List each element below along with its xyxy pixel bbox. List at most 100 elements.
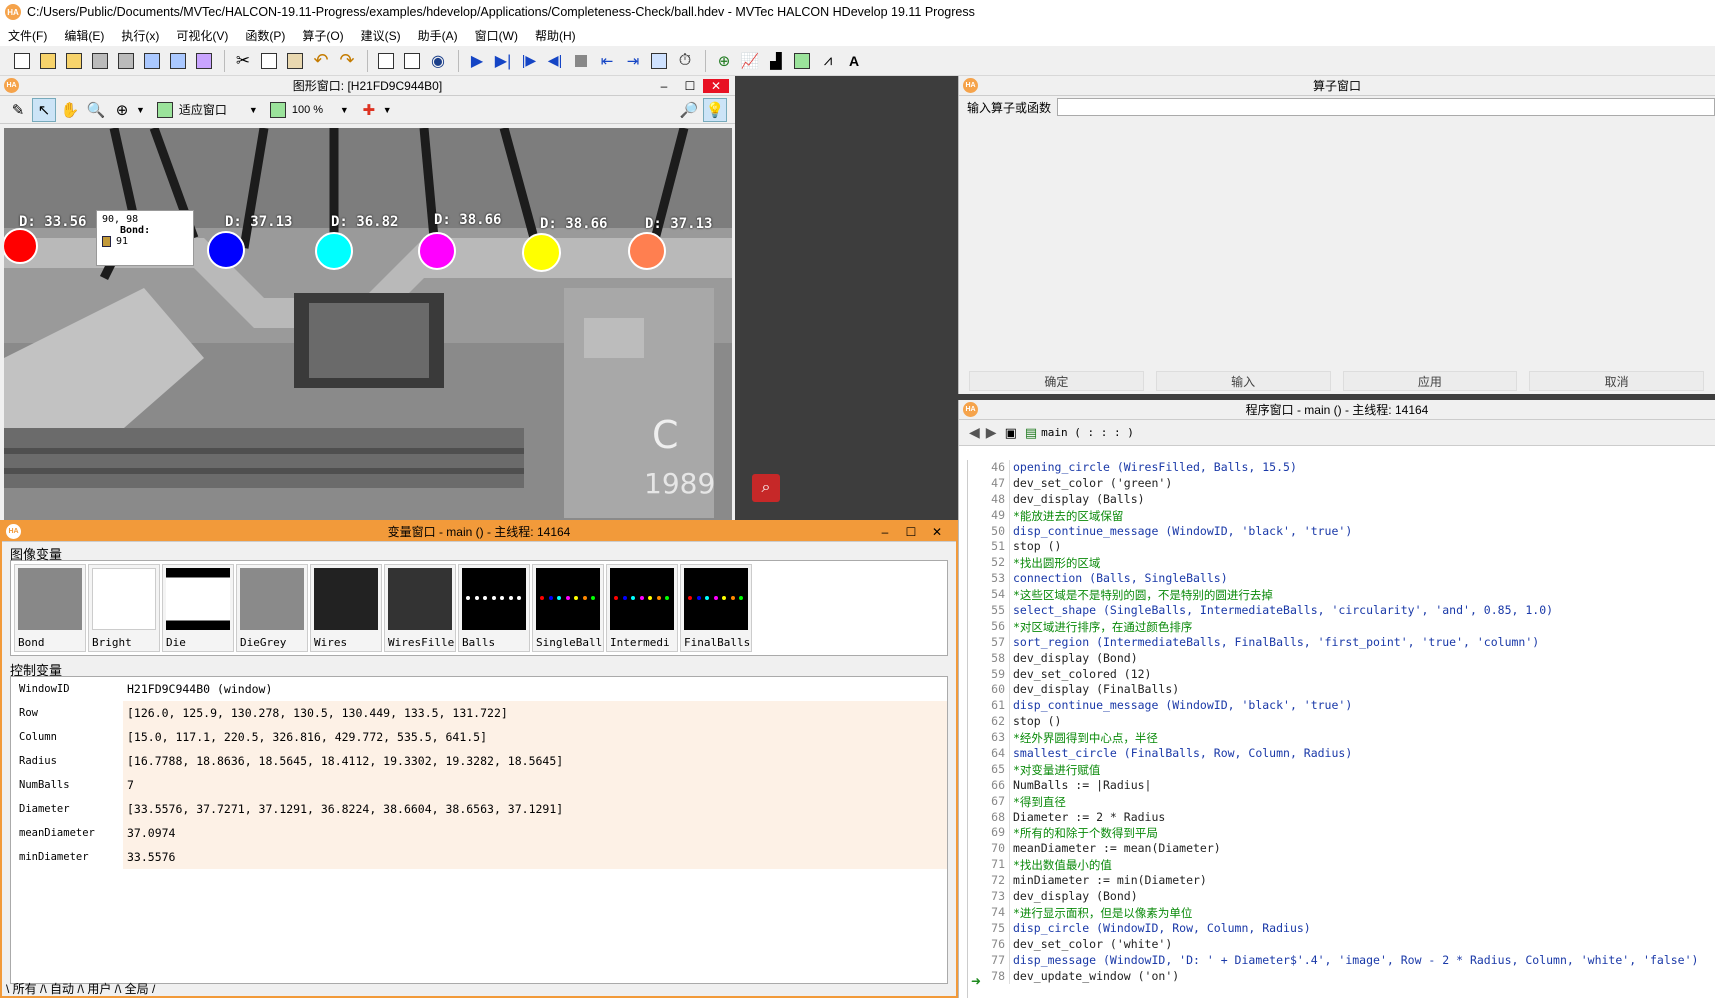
control-variable-row[interactable]: Diameter [33.5576, 37.7271, 37.1291, 36.8… — [11, 797, 947, 821]
code-line[interactable]: 51 stop () — [968, 539, 1715, 556]
chevron-down-icon[interactable]: ▼ — [383, 105, 392, 115]
image-variable-thumb[interactable]: Die — [162, 564, 234, 652]
code-line[interactable]: 66 NumBalls := |Radius| — [968, 777, 1715, 794]
line-profile-button[interactable]: ▟ — [764, 49, 788, 73]
copy-button[interactable] — [257, 49, 281, 73]
code-line[interactable]: 76 dev_set_color ('white') — [968, 936, 1715, 953]
minimize-button[interactable]: – — [651, 79, 677, 93]
zoom-level-button[interactable] — [266, 98, 290, 122]
code-line[interactable]: 52 *找出圆形的区域 — [968, 555, 1715, 572]
code-line[interactable]: 46 opening_circle (WiresFilled, Balls, 15… — [968, 460, 1715, 476]
run-button[interactable]: ▶ — [465, 49, 489, 73]
chevron-down-icon[interactable]: ▼ — [136, 105, 145, 115]
menu-visualize[interactable]: 可视化(V) — [176, 27, 228, 44]
cut-button[interactable]: ✂ — [231, 49, 255, 73]
code-line[interactable]: 58 dev_display (Bond) — [968, 650, 1715, 667]
code-line[interactable]: 50 disp_continue_message (WindowID, 'blac… — [968, 523, 1715, 540]
save-button[interactable] — [88, 49, 112, 73]
undo-button[interactable]: ↶ — [309, 49, 333, 73]
menu-edit[interactable]: 编辑(E) — [64, 27, 104, 44]
comment-button[interactable] — [374, 49, 398, 73]
feature-histogram-button[interactable] — [790, 49, 814, 73]
menu-assistants[interactable]: 助手(A) — [418, 27, 458, 44]
step-over-button[interactable]: |▶ — [517, 49, 541, 73]
reset-program-button[interactable]: ⇥ — [621, 49, 645, 73]
image-variable-thumb[interactable]: Wires — [310, 564, 382, 652]
image-variable-thumb[interactable]: Bright — [88, 564, 160, 652]
image-variable-thumb[interactable]: FinalBalls — [680, 564, 752, 652]
maximize-button[interactable]: ☐ — [677, 79, 703, 93]
image-variable-thumb[interactable]: Bond — [14, 564, 86, 652]
operator-input[interactable] — [1057, 98, 1715, 116]
control-variable-row[interactable]: Column [15.0, 117.1, 220.5, 326.816, 429.… — [11, 725, 947, 749]
close-button[interactable]: ✕ — [924, 525, 950, 539]
fit-window-label[interactable]: 适应窗口 — [179, 101, 249, 118]
step-back-button[interactable]: ⇤ — [595, 49, 619, 73]
pointer-button[interactable]: ↖ — [32, 97, 56, 122]
minimize-button[interactable]: – — [872, 525, 898, 539]
ok-button[interactable]: 确定 — [969, 371, 1144, 391]
program-settings-button[interactable] — [192, 49, 216, 73]
paste-button[interactable] — [283, 49, 307, 73]
code-line[interactable]: 70 meanDiameter := mean(Diameter) — [968, 841, 1715, 858]
zoom-window-button[interactable]: ⊕ — [712, 49, 736, 73]
menu-file[interactable]: 文件(F) — [8, 27, 47, 44]
code-line[interactable]: 61 disp_continue_message (WindowID, 'blac… — [968, 698, 1715, 715]
control-variable-row[interactable]: WindowID H21FD9C944B0 (window) — [11, 677, 947, 701]
zoom-level-value[interactable]: 100 % — [292, 104, 340, 116]
close-button[interactable]: ✕ — [703, 79, 729, 93]
control-variable-row[interactable]: meanDiameter 37.0974 — [11, 821, 947, 845]
control-variable-row[interactable]: Row [126.0, 125.9, 130.278, 130.5, 130.44… — [11, 701, 947, 725]
control-variable-row[interactable]: minDiameter 33.5576 — [11, 845, 947, 869]
chevron-down-icon[interactable]: ▼ — [249, 105, 258, 115]
colors-button[interactable]: ✚ — [357, 98, 381, 122]
image-variable-thumb[interactable]: SingleBall — [532, 564, 604, 652]
code-line[interactable]: 75 disp_circle (WindowID, Row, Column, Ra… — [968, 920, 1715, 937]
code-line[interactable]: 68 Diameter := 2 * Radius — [968, 809, 1715, 826]
redo-button[interactable]: ↷ — [335, 49, 359, 73]
code-line[interactable]: 67 *得到直径 — [968, 793, 1715, 810]
code-line[interactable]: 62 stop () — [968, 714, 1715, 731]
menu-operators[interactable]: 算子(O) — [302, 27, 343, 44]
save-all-button[interactable] — [114, 49, 138, 73]
chevron-down-icon[interactable]: ▼ — [340, 105, 349, 115]
menu-help[interactable]: 帮助(H) — [535, 27, 576, 44]
menu-execute[interactable]: 执行(x) — [121, 27, 159, 44]
gray-histogram-button[interactable]: 📈 — [738, 49, 762, 73]
code-line[interactable]: 77 disp_message (WindowID, 'D: ' + Diamet… — [968, 952, 1715, 969]
inspect-button[interactable]: 🔎 — [677, 98, 701, 122]
code-line[interactable]: 72 minDiameter := min(Diameter) — [968, 873, 1715, 890]
pan-button[interactable]: ✋ — [58, 98, 82, 122]
back-icon[interactable]: ◀ — [969, 424, 980, 441]
export-button[interactable] — [140, 49, 164, 73]
code-line[interactable]: 74 *进行显示面积，但是以像素为单位 — [968, 904, 1715, 921]
cancel-button[interactable]: 取消 — [1529, 371, 1704, 391]
open-example-button[interactable] — [62, 49, 86, 73]
open-file-button[interactable] — [36, 49, 60, 73]
code-line[interactable]: 47 dev_set_color ('green') — [968, 475, 1715, 492]
magnify-button[interactable]: 🔍 — [84, 98, 108, 122]
code-line[interactable]: 71 *找出数值最小的值 — [968, 857, 1715, 874]
code-line[interactable]: 56 *对区域进行排序，在通过颜色排序 — [968, 618, 1715, 635]
step-into-button[interactable]: ◀| — [543, 49, 567, 73]
code-line[interactable]: 55 select_shape (SingleBalls, Intermediat… — [968, 603, 1715, 619]
menu-window[interactable]: 窗口(W) — [475, 27, 518, 44]
search-button[interactable]: ⌕ — [752, 474, 780, 502]
forward-icon[interactable]: ▶ — [986, 424, 997, 441]
code-line[interactable]: 48 dev_display (Balls) — [968, 491, 1715, 508]
code-line[interactable]: 49 *能放进去的区域保留 — [968, 507, 1715, 524]
image-variable-thumb[interactable]: DieGrey — [236, 564, 308, 652]
menu-procedures[interactable]: 函数(P) — [245, 27, 285, 44]
code-editor[interactable]: 46 opening_circle (WiresFilled, Balls, 15… — [967, 460, 1715, 998]
code-line[interactable]: 73 dev_display (Bond) — [968, 889, 1715, 905]
control-variable-row[interactable]: NumBalls 7 — [11, 773, 947, 797]
profiler-button[interactable]: ⏱ — [673, 49, 697, 73]
variable-scope-tabs[interactable]: \ 所有 /\ 自动 /\ 用户 /\ 全局 / — [6, 980, 155, 996]
maximize-button[interactable]: ☐ — [898, 525, 924, 539]
code-line[interactable]: 64 smallest_circle (FinalBalls, Row, Colu… — [968, 746, 1715, 762]
menu-suggestions[interactable]: 建议(S) — [361, 27, 401, 44]
code-line[interactable]: 60 dev_display (FinalBalls) — [968, 682, 1715, 699]
edit-button[interactable]: ✎ — [6, 98, 30, 122]
find-button[interactable]: ◉ — [426, 49, 450, 73]
image-variable-thumb[interactable]: WiresFille — [384, 564, 456, 652]
